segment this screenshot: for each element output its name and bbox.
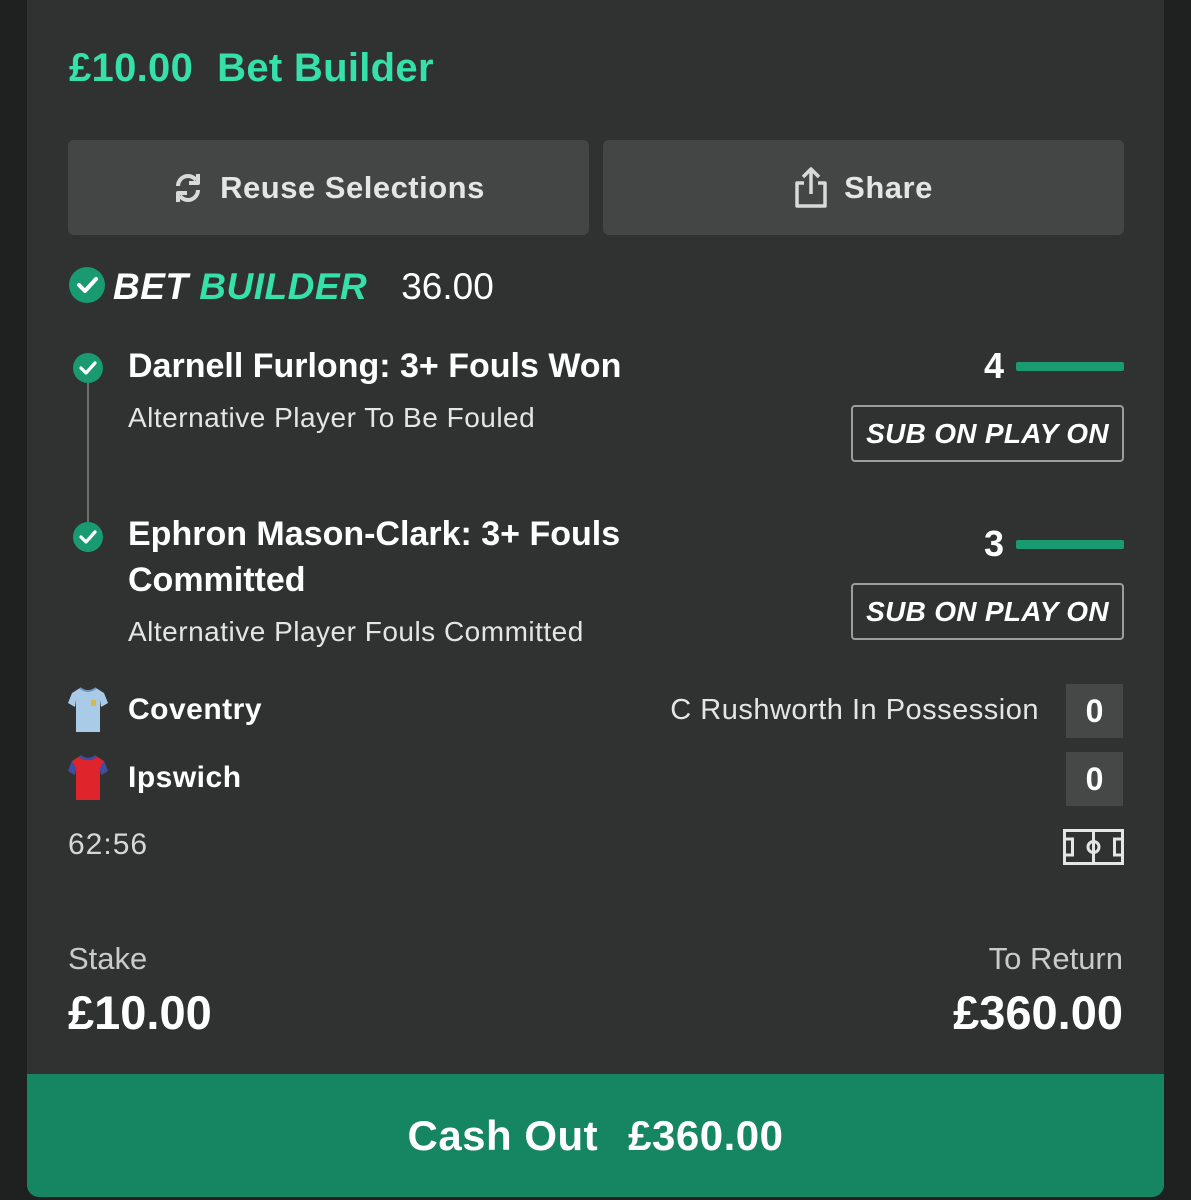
kit-icon bbox=[68, 687, 108, 732]
sub-on-play-on-badge: SUB ON PLAY ON bbox=[851, 583, 1124, 640]
progress-count: 3 bbox=[983, 523, 1004, 564]
selection-1-title: Darnell Furlong: 3+ Fouls Won bbox=[128, 347, 622, 385]
selection-2-progress: 3 bbox=[984, 523, 1124, 565]
selection-2-subtitle: Alternative Player Fouls Committed bbox=[128, 616, 584, 647]
check-circle-icon bbox=[73, 353, 103, 383]
share-icon bbox=[794, 166, 828, 209]
progress-count: 4 bbox=[983, 345, 1004, 386]
bet-builder-label: BET BUILDER bbox=[113, 266, 368, 307]
kit-icon bbox=[68, 754, 108, 800]
match-clock: 62:56 bbox=[68, 828, 149, 861]
reuse-selections-label: Reuse Selections bbox=[220, 169, 485, 205]
refresh-icon bbox=[172, 170, 204, 206]
share-label: Share bbox=[844, 169, 933, 205]
bet-odds: 36.00 bbox=[401, 266, 494, 307]
away-score: 0 bbox=[1066, 752, 1123, 806]
sub-on-play-on-badge: SUB ON PLAY ON bbox=[851, 405, 1124, 462]
selection-1-progress: 4 bbox=[984, 345, 1124, 387]
selection-connector bbox=[87, 372, 89, 530]
share-button[interactable]: Share bbox=[603, 140, 1124, 235]
to-return-label: To Return bbox=[988, 941, 1123, 976]
selection-2-title: Ephron Mason-Clark: 3+ Fouls Committed bbox=[128, 515, 621, 599]
possession-status: C Rushworth In Possession bbox=[670, 694, 1039, 726]
reuse-selections-button[interactable]: Reuse Selections bbox=[68, 140, 589, 235]
selection-1-subtitle: Alternative Player To Be Fouled bbox=[128, 402, 536, 433]
progress-bar bbox=[1016, 539, 1124, 549]
home-score: 0 bbox=[1066, 684, 1123, 738]
action-buttons: Reuse Selections Share bbox=[68, 140, 1124, 235]
cash-out-label: Cash Out bbox=[407, 1111, 599, 1159]
bet-builder-row: BET BUILDER 36.00 bbox=[69, 266, 494, 308]
home-team: Coventry bbox=[68, 686, 262, 734]
home-team-name: Coventry bbox=[128, 693, 263, 726]
away-team: Ipswich bbox=[68, 754, 242, 802]
check-circle-icon bbox=[73, 522, 103, 552]
stake-label: Stake bbox=[68, 941, 148, 976]
pitch-icon[interactable] bbox=[1063, 829, 1124, 865]
to-return-value: £360.00 bbox=[953, 986, 1123, 1039]
bet-card: £10.00 Bet Builder Reuse Selections Shar… bbox=[27, 0, 1164, 1197]
cash-out-button[interactable]: Cash Out £360.00 bbox=[27, 1074, 1164, 1197]
check-circle-icon bbox=[69, 266, 105, 308]
away-team-name: Ipswich bbox=[128, 761, 242, 794]
progress-bar bbox=[1016, 361, 1124, 371]
stake-value: £10.00 bbox=[68, 986, 212, 1039]
header-stake: £10.00 bbox=[69, 46, 194, 90]
bet-header: £10.00 Bet Builder bbox=[69, 46, 434, 91]
cash-out-amount: £360.00 bbox=[628, 1111, 784, 1159]
header-bet-type: Bet Builder bbox=[217, 46, 434, 90]
